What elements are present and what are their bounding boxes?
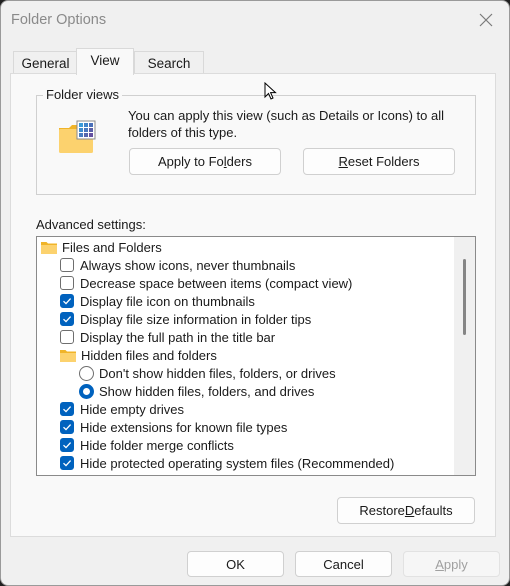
tree-checkbox-option[interactable]: Hide folder merge conflicts bbox=[60, 436, 234, 454]
tree-checkbox-option[interactable]: Hide extensions for known file types bbox=[60, 418, 287, 436]
folder-views-group: Folder views You can apply this view (su… bbox=[36, 87, 476, 195]
close-icon bbox=[479, 13, 493, 27]
checkbox[interactable] bbox=[60, 402, 74, 416]
checkmark-icon bbox=[63, 316, 72, 323]
tree-item-label: Always show icons, never thumbnails bbox=[80, 257, 296, 273]
checkmark-icon bbox=[63, 460, 72, 467]
apply-accel: A bbox=[435, 556, 444, 572]
folder-views-legend: Folder views bbox=[43, 87, 122, 102]
vertical-scrollbar[interactable] bbox=[454, 237, 475, 475]
tree-checkbox-option[interactable]: Decrease space between items (compact vi… bbox=[60, 274, 352, 292]
folder-icon bbox=[60, 349, 76, 362]
tree-item-label: Decrease space between items (compact vi… bbox=[80, 275, 353, 291]
checkmark-icon bbox=[63, 298, 72, 305]
tree-checkbox-option[interactable]: Display the full path in the title bar bbox=[60, 328, 275, 346]
tree-checkbox-option[interactable]: Always show icons, never thumbnails bbox=[60, 256, 295, 274]
tree-category: Files and Folders bbox=[41, 238, 162, 256]
window-title: Folder Options bbox=[11, 12, 107, 28]
cancel-button[interactable]: Cancel bbox=[295, 551, 392, 577]
apply-button[interactable]: Apply bbox=[403, 551, 500, 577]
restore-defaults-button[interactable]: Restore Defaults bbox=[337, 497, 475, 524]
tree-item-label: Show hidden files, folders, and drives bbox=[99, 383, 315, 399]
tree-category: Hidden files and folders bbox=[60, 346, 217, 364]
restore-defaults-label-post: efaults bbox=[414, 503, 453, 518]
checkbox[interactable] bbox=[60, 438, 74, 452]
folder-views-description: You can apply this view (such as Details… bbox=[128, 108, 445, 140]
tree-item-label: Don't show hidden files, folders, or dri… bbox=[99, 365, 336, 381]
advanced-settings-label: Advanced settings: bbox=[36, 217, 146, 232]
checkbox[interactable] bbox=[60, 294, 74, 308]
tab-general[interactable]: General bbox=[13, 51, 78, 75]
tree-item-label: Hide empty drives bbox=[80, 401, 185, 417]
view-tab-panel: Folder views You can apply this view (su… bbox=[10, 73, 496, 537]
checkbox[interactable] bbox=[60, 258, 74, 272]
ok-button[interactable]: OK bbox=[187, 551, 284, 577]
tree-item-label: Display file size information in folder … bbox=[80, 311, 312, 327]
checkbox[interactable] bbox=[60, 420, 74, 434]
apply-to-folders-label-post: ders bbox=[226, 154, 252, 169]
close-button[interactable] bbox=[463, 1, 509, 39]
restore-defaults-label-pre: Restore bbox=[359, 503, 405, 518]
checkmark-icon bbox=[63, 442, 72, 449]
tree-checkbox-option[interactable]: Hide protected operating system files (R… bbox=[60, 454, 394, 472]
restore-defaults-accel: D bbox=[404, 503, 415, 518]
folder-view-icon bbox=[59, 120, 96, 153]
apply-to-folders-label-pre: Apply to Fo bbox=[158, 154, 224, 169]
tree-item-label: Hide folder merge conflicts bbox=[80, 437, 234, 453]
apply-to-folders-button[interactable]: Apply to Fo l ders bbox=[129, 148, 281, 175]
tree-item-label: Hide extensions for known file types bbox=[80, 419, 288, 435]
reset-folders-label: eset Folders bbox=[347, 154, 420, 169]
checkbox[interactable] bbox=[60, 276, 74, 290]
scrollbar-thumb[interactable] bbox=[463, 259, 466, 335]
tree-item-label: Files and Folders bbox=[62, 239, 162, 255]
radio-button[interactable] bbox=[79, 383, 94, 399]
tree-checkbox-option[interactable]: Display file size information in folder … bbox=[60, 310, 311, 328]
tree-item-label: Hide protected operating system files (R… bbox=[80, 455, 395, 471]
reset-folders-button[interactable]: Reset Folders bbox=[303, 148, 455, 175]
checkbox[interactable] bbox=[60, 330, 74, 344]
apply-label: pply bbox=[443, 556, 468, 572]
tree-radio-option[interactable]: Don't show hidden files, folders, or dri… bbox=[79, 364, 336, 382]
advanced-settings-tree[interactable]: Files and Folders Always show icons, neve… bbox=[36, 236, 476, 476]
checkbox[interactable] bbox=[60, 456, 74, 470]
tree-checkbox-option[interactable]: Display file icon on thumbnails bbox=[60, 292, 255, 310]
folder-icon bbox=[41, 241, 57, 254]
tab-search[interactable]: Search bbox=[134, 51, 204, 75]
tab-view[interactable]: View bbox=[76, 48, 134, 75]
checkbox[interactable] bbox=[60, 312, 74, 326]
title-bar: Folder Options bbox=[1, 1, 509, 41]
tree-checkbox-option[interactable]: Hide empty drives bbox=[60, 400, 184, 418]
checkmark-icon bbox=[63, 424, 72, 431]
reset-folders-accel: R bbox=[338, 154, 348, 169]
radio-button[interactable] bbox=[79, 365, 94, 381]
tree-item-label: Hidden files and folders bbox=[81, 347, 217, 363]
tree-item-label: Display the full path in the title bar bbox=[80, 329, 276, 345]
checkmark-icon bbox=[63, 406, 72, 413]
tree-radio-option[interactable]: Show hidden files, folders, and drives bbox=[79, 382, 314, 400]
folder-options-dialog: Folder Options General View Search Folde… bbox=[0, 0, 510, 586]
tree-item-label: Display file icon on thumbnails bbox=[80, 293, 255, 309]
